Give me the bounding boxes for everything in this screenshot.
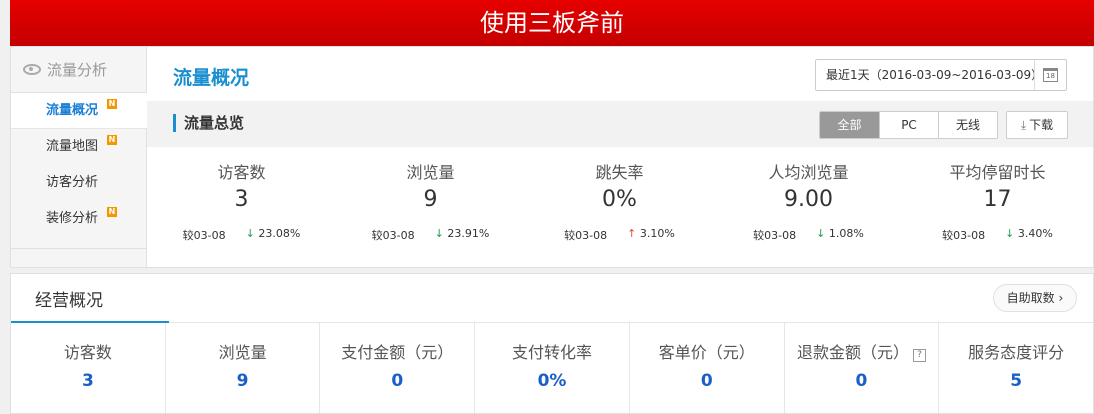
overview-title: 流量总览 — [173, 114, 244, 132]
metric-value: 0% — [537, 371, 567, 391]
main-content: 流量概况 最近1天（2016-03-09~2016-03-09） 18 流量总览… — [147, 47, 1093, 267]
metric-label: 访客数 — [63, 343, 112, 362]
stat-value: 3 — [234, 187, 249, 212]
sidebar-item-visitor-analysis[interactable]: 访客分析 — [11, 165, 146, 201]
arrow-down-icon: ↓ — [816, 227, 826, 240]
metric-label: 浏览量 — [218, 343, 267, 362]
segment-wireless[interactable]: 无线 — [938, 112, 997, 138]
stat-compare: 较03-08 ↓ 23.08% — [147, 227, 336, 243]
page-title: 使用三板斧前 — [480, 9, 624, 37]
sidebar-item-traffic-map[interactable]: 流量地图 N — [11, 129, 146, 165]
sidebar-divider — [11, 248, 147, 249]
metric-conversion-rate[interactable]: 支付转化率 0% — [474, 323, 629, 413]
sidebar: 流量分析 流量概况 N 流量地图 N 访客分析 装修分析 N — [11, 47, 147, 267]
metric-unit-price[interactable]: 客单价（元） 0 — [628, 323, 784, 413]
new-badge: N — [107, 207, 117, 217]
metric-label: 支付金额（元） — [341, 343, 454, 362]
sidebar-heading-label: 流量分析 — [47, 60, 108, 79]
stat-bounce-rate: 跳失率 0% 较03-08 ↑ 3.10% — [525, 159, 714, 243]
change-value: 3.10% — [639, 227, 675, 240]
stat-compare: 较03-08 ↓ 3.40% — [903, 227, 1092, 243]
section-title: 流量概况 — [173, 67, 250, 89]
sidebar-heading[interactable]: 流量分析 — [11, 47, 146, 93]
segment-all[interactable]: 全部 — [820, 112, 879, 138]
stat-compare: 较03-08 ↑ 3.10% — [525, 227, 714, 243]
metric-pageviews[interactable]: 浏览量 9 — [164, 323, 320, 413]
metric-label: 服务态度评分 — [968, 343, 1065, 362]
sidebar-item-label: 流量概况 — [46, 103, 99, 118]
stat-label: 浏览量 — [406, 163, 455, 182]
stat-avg-pageviews: 人均浏览量 9.00 较03-08 ↓ 1.08% — [714, 159, 903, 243]
metric-value: 3 — [81, 371, 94, 391]
metric-payment-amount[interactable]: 支付金额（元） 0 — [319, 323, 474, 413]
download-button[interactable]: ⤓ 下载 — [1006, 111, 1068, 139]
stat-label: 访客数 — [217, 163, 266, 182]
device-segment-control: 全部 PC 无线 — [819, 111, 998, 139]
arrow-down-icon: ↓ — [434, 227, 444, 240]
change-value: 23.91% — [447, 227, 490, 240]
stat-label: 人均浏览量 — [768, 163, 849, 182]
download-label: 下载 — [1029, 118, 1054, 132]
chevron-right-icon: › — [1058, 291, 1064, 305]
metric-visitors[interactable]: 访客数 3 — [11, 323, 165, 413]
business-metrics: 访客数 3 浏览量 9 支付金额（元） 0 支付转化率 0% 客单价（元） 0 … — [11, 323, 1093, 413]
sidebar-item-label: 装修分析 — [46, 211, 99, 226]
help-icon[interactable]: ? — [912, 349, 926, 362]
metric-value: 0 — [391, 371, 404, 391]
metric-label: 支付转化率 — [512, 343, 593, 362]
stat-pageviews: 浏览量 9 较03-08 ↓ 23.91% — [336, 159, 525, 243]
calendar-button[interactable]: 18 — [1034, 60, 1066, 90]
stat-value: 17 — [983, 187, 1012, 212]
metric-value: 0 — [855, 371, 868, 391]
metric-value: 0 — [700, 371, 713, 391]
self-service-data-label: 自助取数 — [1006, 291, 1055, 305]
sidebar-item-label: 访客分析 — [46, 175, 99, 190]
page-title-bar: 使用三板斧前 — [10, 0, 1094, 46]
traffic-panel: 流量分析 流量概况 N 流量地图 N 访客分析 装修分析 N 流量概况 最近1天… — [10, 46, 1094, 268]
stat-avg-duration: 平均停留时长 17 较03-08 ↓ 3.40% — [903, 159, 1092, 243]
metric-service-rating[interactable]: 服务态度评分 5 — [938, 323, 1093, 413]
compare-date: 较03-08 — [564, 229, 608, 242]
traffic-stats: 访客数 3 较03-08 ↓ 23.08% 浏览量 9 较03-08 ↓ 23.… — [147, 159, 1093, 243]
new-badge: N — [107, 135, 117, 145]
metric-label: 退款金额（元） — [796, 343, 909, 362]
calendar-icon: 18 — [1043, 68, 1058, 82]
metric-label: 客单价（元） — [658, 343, 755, 362]
sidebar-item-label: 流量地图 — [46, 139, 99, 154]
stat-value: 9.00 — [784, 187, 833, 212]
stat-visitors: 访客数 3 较03-08 ↓ 23.08% — [147, 159, 336, 243]
compare-date: 较03-08 — [371, 229, 415, 242]
change-value: 23.08% — [258, 227, 301, 240]
stat-label: 平均停留时长 — [949, 163, 1046, 182]
business-panel: 经营概况 自助取数 › 访客数 3 浏览量 9 支付金额（元） 0 支付转化率 … — [10, 273, 1094, 414]
change-value: 3.40% — [1017, 227, 1053, 240]
overview-toolbar: 流量总览 全部 PC 无线 ⤓ 下载 — [147, 101, 1093, 147]
sidebar-item-traffic-overview[interactable]: 流量概况 N — [11, 93, 147, 129]
arrow-down-icon: ↓ — [245, 227, 255, 240]
change-value: 1.08% — [828, 227, 864, 240]
self-service-data-button[interactable]: 自助取数 › — [993, 284, 1077, 312]
stat-value: 9 — [423, 187, 438, 212]
metric-refund-amount[interactable]: 退款金额（元）? 0 — [783, 323, 939, 413]
sidebar-item-decor-analysis[interactable]: 装修分析 N — [11, 201, 146, 237]
arrow-up-icon: ↑ — [627, 227, 637, 240]
date-range-text: 最近1天（2016-03-09~2016-03-09） — [826, 68, 1044, 82]
metric-label-wrap: 退款金额（元）? — [785, 339, 939, 362]
date-range-picker[interactable]: 最近1天（2016-03-09~2016-03-09） 18 — [815, 59, 1067, 91]
metric-value: 9 — [236, 371, 249, 391]
stat-value: 0% — [602, 187, 637, 212]
business-title: 经营概况 — [35, 291, 103, 311]
segment-pc[interactable]: PC — [879, 112, 938, 138]
metric-value: 5 — [1010, 371, 1023, 391]
new-badge: N — [107, 99, 117, 109]
stat-compare: 较03-08 ↓ 1.08% — [714, 227, 903, 243]
stat-label: 跳失率 — [595, 163, 644, 182]
compare-date: 较03-08 — [942, 229, 986, 242]
download-icon: ⤓ — [1020, 118, 1027, 132]
eye-icon — [23, 64, 41, 75]
compare-date: 较03-08 — [182, 229, 226, 242]
arrow-down-icon: ↓ — [1005, 227, 1015, 240]
stat-compare: 较03-08 ↓ 23.91% — [336, 227, 525, 243]
compare-date: 较03-08 — [753, 229, 797, 242]
